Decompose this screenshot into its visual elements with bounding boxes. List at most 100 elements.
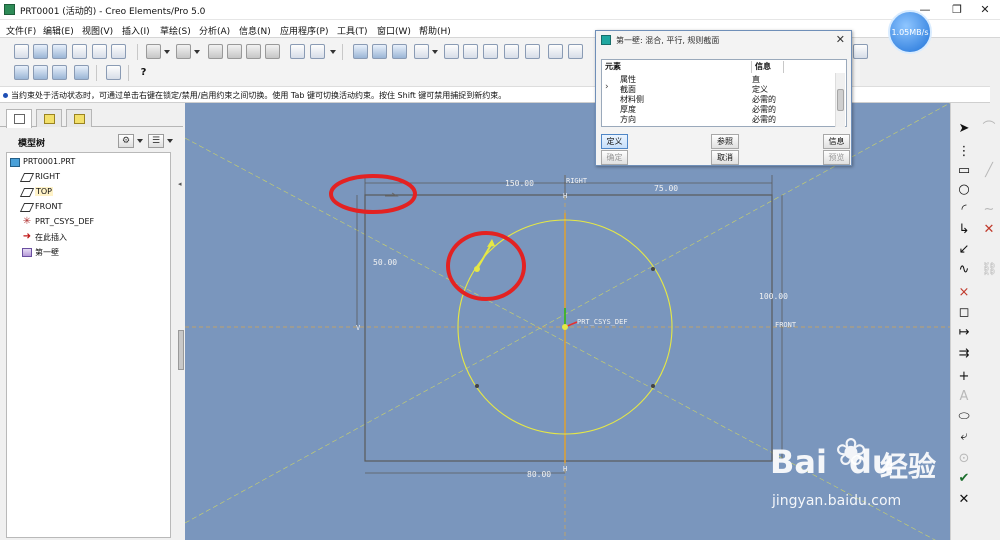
sketch-grid-icon[interactable] <box>392 44 407 59</box>
print-icon[interactable] <box>72 44 87 59</box>
sketch-view-icon[interactable] <box>353 44 368 59</box>
tab-model-tree[interactable] <box>6 109 32 128</box>
spline-outline-icon[interactable]: ⌒ <box>981 121 997 137</box>
divide-icon[interactable]: ✕ <box>981 222 997 238</box>
tree-settings-icon[interactable]: ⚙ <box>118 134 134 148</box>
shading-icon[interactable] <box>414 44 429 59</box>
annotation-display-icon[interactable] <box>106 65 121 80</box>
circle-icon[interactable]: ○ <box>956 182 972 198</box>
dimension-text-top-left[interactable]: 150.00 <box>505 179 534 188</box>
tree-node-csys[interactable]: ✳ PRT_CSYS_DEF <box>22 216 162 229</box>
modify-icon[interactable]: ⇉ <box>956 346 972 362</box>
reorient-icon[interactable] <box>504 44 519 59</box>
table-row[interactable]: 材料侧 必需的 <box>602 94 834 104</box>
cut-icon[interactable] <box>208 44 223 59</box>
shading-dropdown-icon[interactable] <box>432 44 438 59</box>
close-button[interactable]: ✕ <box>972 2 998 18</box>
ellipse-icon[interactable]: ∼ <box>981 202 997 218</box>
panel-splitter[interactable] <box>178 330 184 370</box>
tree-node-part[interactable]: PRT0001.PRT <box>10 156 150 169</box>
tree-node-insert-here[interactable]: ➜ 在此插入 <box>22 231 142 244</box>
dimension-text-top-right[interactable]: 75.00 <box>654 184 678 193</box>
menu-applications[interactable]: 应用程序(P) <box>280 24 328 37</box>
cancel-button[interactable]: 取消 <box>711 150 739 165</box>
paste-icon[interactable] <box>246 44 261 59</box>
menu-edit[interactable]: 编辑(E) <box>43 24 74 37</box>
menu-view[interactable]: 视图(V) <box>82 24 113 37</box>
restore-button[interactable]: ❐ <box>944 2 970 18</box>
menu-file[interactable]: 文件(F) <box>6 24 36 37</box>
redo-icon[interactable] <box>176 44 191 59</box>
menu-tools[interactable]: 工具(T) <box>337 24 368 37</box>
menu-analysis[interactable]: 分析(A) <box>199 24 230 37</box>
new-icon[interactable] <box>14 44 29 59</box>
saved-views-icon[interactable] <box>525 44 540 59</box>
dimension-icon[interactable]: ↦ <box>956 325 972 341</box>
use-edge-icon[interactable]: ◻ <box>956 305 972 321</box>
text-icon[interactable]: A <box>956 389 972 405</box>
menu-help[interactable]: 帮助(H) <box>419 24 451 37</box>
preview-button[interactable]: 预览 <box>823 150 850 165</box>
datum-plane-display-icon[interactable] <box>14 65 29 80</box>
zoom-out-icon[interactable] <box>463 44 478 59</box>
select-dropdown-icon[interactable] <box>330 44 336 59</box>
view-manager-icon[interactable] <box>568 44 583 59</box>
redo-dropdown-icon[interactable] <box>194 44 200 59</box>
select-box-icon[interactable] <box>310 44 325 59</box>
table-row[interactable]: 截面 定义 <box>602 84 834 94</box>
csys-display-icon[interactable] <box>74 65 89 80</box>
datum-axis-display-icon[interactable] <box>33 65 48 80</box>
context-help-icon[interactable]: ? <box>136 65 151 80</box>
table-row[interactable]: 方向 必需的 <box>602 114 834 124</box>
save-icon[interactable] <box>52 44 67 59</box>
point-icon[interactable]: × <box>956 285 972 301</box>
dimension-text-right-vertical[interactable]: 100.00 <box>759 292 788 301</box>
menu-info[interactable]: 信息(N) <box>239 24 271 37</box>
sketch-display-icon[interactable] <box>372 44 387 59</box>
menu-sketch[interactable]: 草绘(S) <box>160 24 191 37</box>
refit-icon[interactable] <box>483 44 498 59</box>
reference-button[interactable]: 参照 <box>711 134 739 149</box>
fillet-icon[interactable]: ↳ <box>956 222 972 238</box>
centerline-icon[interactable]: ⋮ <box>956 144 972 160</box>
layers-icon[interactable] <box>548 44 563 59</box>
ok-button[interactable]: 确定 <box>601 150 628 165</box>
rectangle-icon[interactable]: ▭ <box>956 163 972 179</box>
chamfer-icon[interactable]: ↙ <box>956 242 972 258</box>
spline-icon[interactable]: ∿ <box>956 262 972 278</box>
tree-node-first-wall[interactable]: 第一壁 <box>22 246 142 259</box>
print-preview-icon[interactable] <box>92 44 107 59</box>
undo-dropdown-icon[interactable] <box>164 44 170 59</box>
palette-icon[interactable]: ⬭ <box>956 409 972 425</box>
constraint-icon[interactable]: + <box>956 369 972 385</box>
menu-window[interactable]: 窗口(W) <box>377 24 411 37</box>
tree-node-top[interactable]: TOP <box>19 186 142 199</box>
tree-node-right[interactable]: RIGHT <box>19 171 142 184</box>
arc-icon[interactable]: ◜ <box>956 202 972 218</box>
tree-columns-dropdown-icon[interactable] <box>167 139 173 143</box>
menu-insert[interactable]: 插入(I) <box>122 24 150 37</box>
tree-node-front[interactable]: FRONT <box>19 201 142 214</box>
tab-favorites[interactable] <box>66 109 92 127</box>
offset-icon[interactable]: ╱ <box>981 163 997 179</box>
regenerate-icon[interactable] <box>290 44 305 59</box>
zoom-in-icon[interactable] <box>444 44 459 59</box>
copy-entity-icon[interactable]: ⛓ <box>981 262 998 278</box>
dimension-text-left-vertical[interactable]: 50.00 <box>373 258 397 267</box>
info-button[interactable]: 信息 <box>823 134 850 149</box>
undo-icon[interactable] <box>146 44 161 59</box>
scrollbar-thumb[interactable] <box>837 89 844 111</box>
tree-columns-icon[interactable]: ☰ <box>148 134 164 148</box>
copy-icon[interactable] <box>227 44 242 59</box>
tab-folder-browser[interactable] <box>36 109 62 127</box>
network-speed-badge[interactable]: 1.05MB/s <box>888 10 932 54</box>
select-arrow-icon[interactable]: ➤ <box>956 121 972 137</box>
dialog-close-icon[interactable]: ✕ <box>836 33 845 46</box>
table-row[interactable]: 厚度 必需的 <box>602 104 834 114</box>
datum-point-display-icon[interactable] <box>52 65 67 80</box>
sketch-tool-icon[interactable] <box>853 44 868 59</box>
open-icon[interactable] <box>33 44 48 59</box>
email-icon[interactable] <box>111 44 126 59</box>
collapse-panel-icon[interactable]: ◂ <box>178 180 184 190</box>
define-button[interactable]: 定义 <box>601 134 628 149</box>
